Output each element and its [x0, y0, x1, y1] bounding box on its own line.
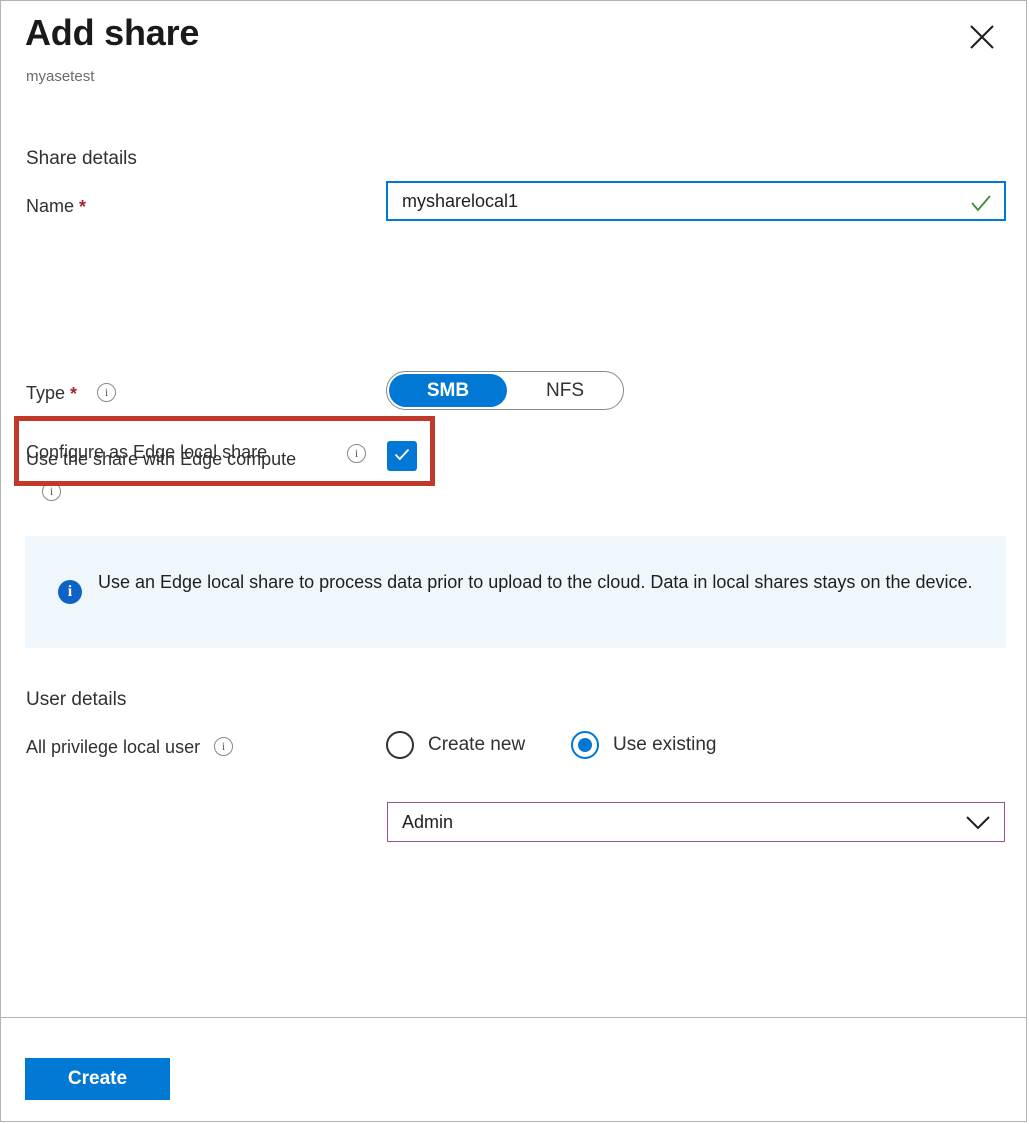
panel-header: Add share myasetest [1, 1, 1026, 113]
type-option-smb[interactable]: SMB [389, 374, 507, 407]
type-field-label: Type* [26, 380, 116, 407]
info-banner-text: Use an Edge local share to process data … [98, 569, 983, 596]
info-icon[interactable] [347, 444, 366, 463]
radio-ring-icon [571, 731, 599, 759]
info-banner: Use an Edge local share to process data … [25, 536, 1006, 648]
info-icon[interactable] [97, 383, 116, 402]
radio-create-new-label: Create new [428, 734, 525, 756]
radio-ring-icon [386, 731, 414, 759]
name-input-wrapper[interactable] [386, 181, 1006, 221]
name-input[interactable] [402, 183, 962, 219]
user-details-heading: User details [26, 687, 126, 713]
panel-footer: Create [1, 1017, 1026, 1121]
edge-local-share-label: Configure as Edge local share [26, 439, 267, 465]
page-subtitle: myasetest [26, 67, 94, 87]
radio-create-new[interactable]: Create new [386, 728, 525, 762]
existing-user-dropdown-value: Admin [402, 803, 453, 841]
type-toggle-group[interactable]: SMB NFS [386, 371, 624, 410]
edge-compute-checkbox[interactable] [387, 441, 417, 471]
info-icon[interactable] [214, 737, 233, 756]
info-filled-icon [58, 580, 82, 604]
radio-use-existing-label: Use existing [613, 734, 717, 756]
name-field-label: Name* [26, 193, 86, 220]
privilege-user-label: All privilege local user [26, 734, 233, 760]
checkmark-icon [969, 191, 993, 220]
add-share-panel: Add share myasetest Share details Name* [0, 0, 1027, 1122]
type-option-nfs[interactable]: NFS [511, 374, 619, 407]
existing-user-dropdown[interactable]: Admin [387, 802, 1005, 842]
radio-selected-dot [578, 738, 592, 752]
required-marker: * [79, 197, 86, 217]
close-icon [969, 24, 995, 50]
page-title: Add share [25, 9, 199, 57]
checkmark-icon [392, 444, 412, 469]
panel-content: Share details Name* Type* SMB NFS Use th… [1, 113, 1026, 1018]
privilege-user-label-text: All privilege local user [26, 737, 200, 757]
close-button[interactable] [960, 15, 1004, 59]
create-button[interactable]: Create [25, 1058, 170, 1100]
info-icon[interactable] [42, 482, 61, 501]
name-label-text: Name [26, 196, 74, 216]
type-label-text: Type [26, 383, 65, 403]
radio-use-existing[interactable]: Use existing [571, 728, 717, 762]
required-marker: * [70, 384, 77, 404]
chevron-down-icon [964, 813, 992, 838]
share-details-heading: Share details [26, 146, 137, 172]
